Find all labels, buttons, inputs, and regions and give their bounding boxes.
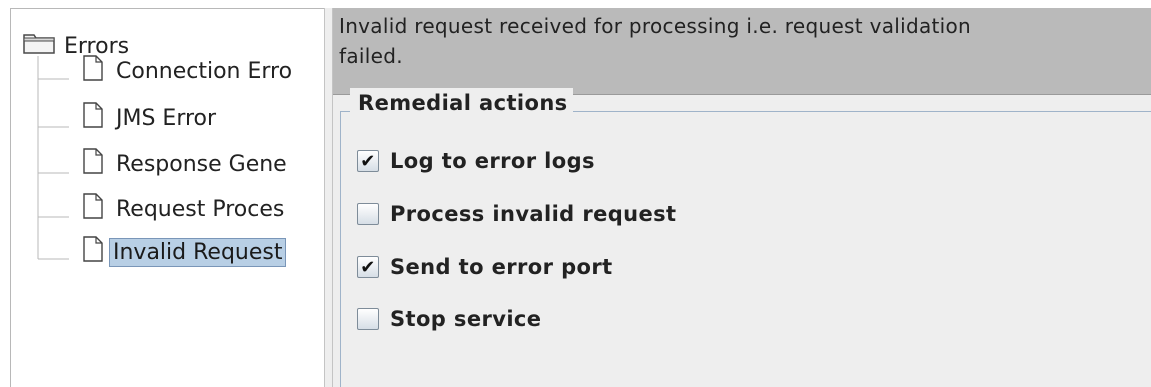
tree-node-connection-error[interactable]: Connection Erro bbox=[83, 55, 295, 87]
folder-icon bbox=[23, 32, 55, 60]
error-tree: Errors Connection Erro JMS Error Respons… bbox=[10, 8, 324, 387]
tree-node-invalid-request[interactable]: Invalid Request bbox=[83, 236, 287, 268]
split-pane-divider[interactable] bbox=[324, 8, 333, 387]
tree-node-response-generation[interactable]: Response Gene bbox=[83, 148, 290, 180]
checkbox-label: Stop service bbox=[390, 307, 542, 331]
document-icon bbox=[83, 148, 103, 180]
tree-node-jms-error[interactable]: JMS Error bbox=[83, 102, 219, 134]
checkbox-box[interactable]: ✔ bbox=[357, 256, 379, 278]
description-line: failed. bbox=[339, 44, 403, 68]
tree-node-label: JMS Error bbox=[116, 105, 217, 131]
error-description: Invalid request received for processing … bbox=[333, 8, 1151, 95]
log-to-error-logs-checkbox[interactable]: ✔ Log to error logs bbox=[357, 146, 595, 176]
tree-node-label: Connection Erro bbox=[116, 58, 293, 84]
checkbox-label: Log to error logs bbox=[390, 149, 595, 173]
tree-node-label: Invalid Request bbox=[109, 237, 287, 267]
document-icon bbox=[83, 193, 103, 225]
process-invalid-request-checkbox[interactable]: Process invalid request bbox=[357, 199, 677, 229]
document-icon bbox=[83, 102, 103, 134]
tree-node-label: Request Proces bbox=[116, 196, 285, 222]
stop-service-checkbox[interactable]: Stop service bbox=[357, 304, 541, 334]
document-icon bbox=[83, 236, 103, 268]
document-icon bbox=[83, 55, 103, 87]
checkbox-box[interactable]: ✔ bbox=[357, 150, 379, 172]
tree-node-label: Response Gene bbox=[116, 151, 287, 177]
group-title: Remedial actions bbox=[350, 88, 573, 118]
checkbox-box[interactable] bbox=[357, 203, 379, 225]
description-line: Invalid request received for processing … bbox=[339, 14, 972, 38]
checkbox-box[interactable] bbox=[357, 308, 379, 330]
send-to-error-port-checkbox[interactable]: ✔ Send to error port bbox=[357, 252, 613, 282]
checkbox-label: Send to error port bbox=[390, 255, 613, 279]
checkbox-label: Process invalid request bbox=[390, 202, 677, 226]
tree-node-request-processing[interactable]: Request Proces bbox=[83, 193, 287, 225]
